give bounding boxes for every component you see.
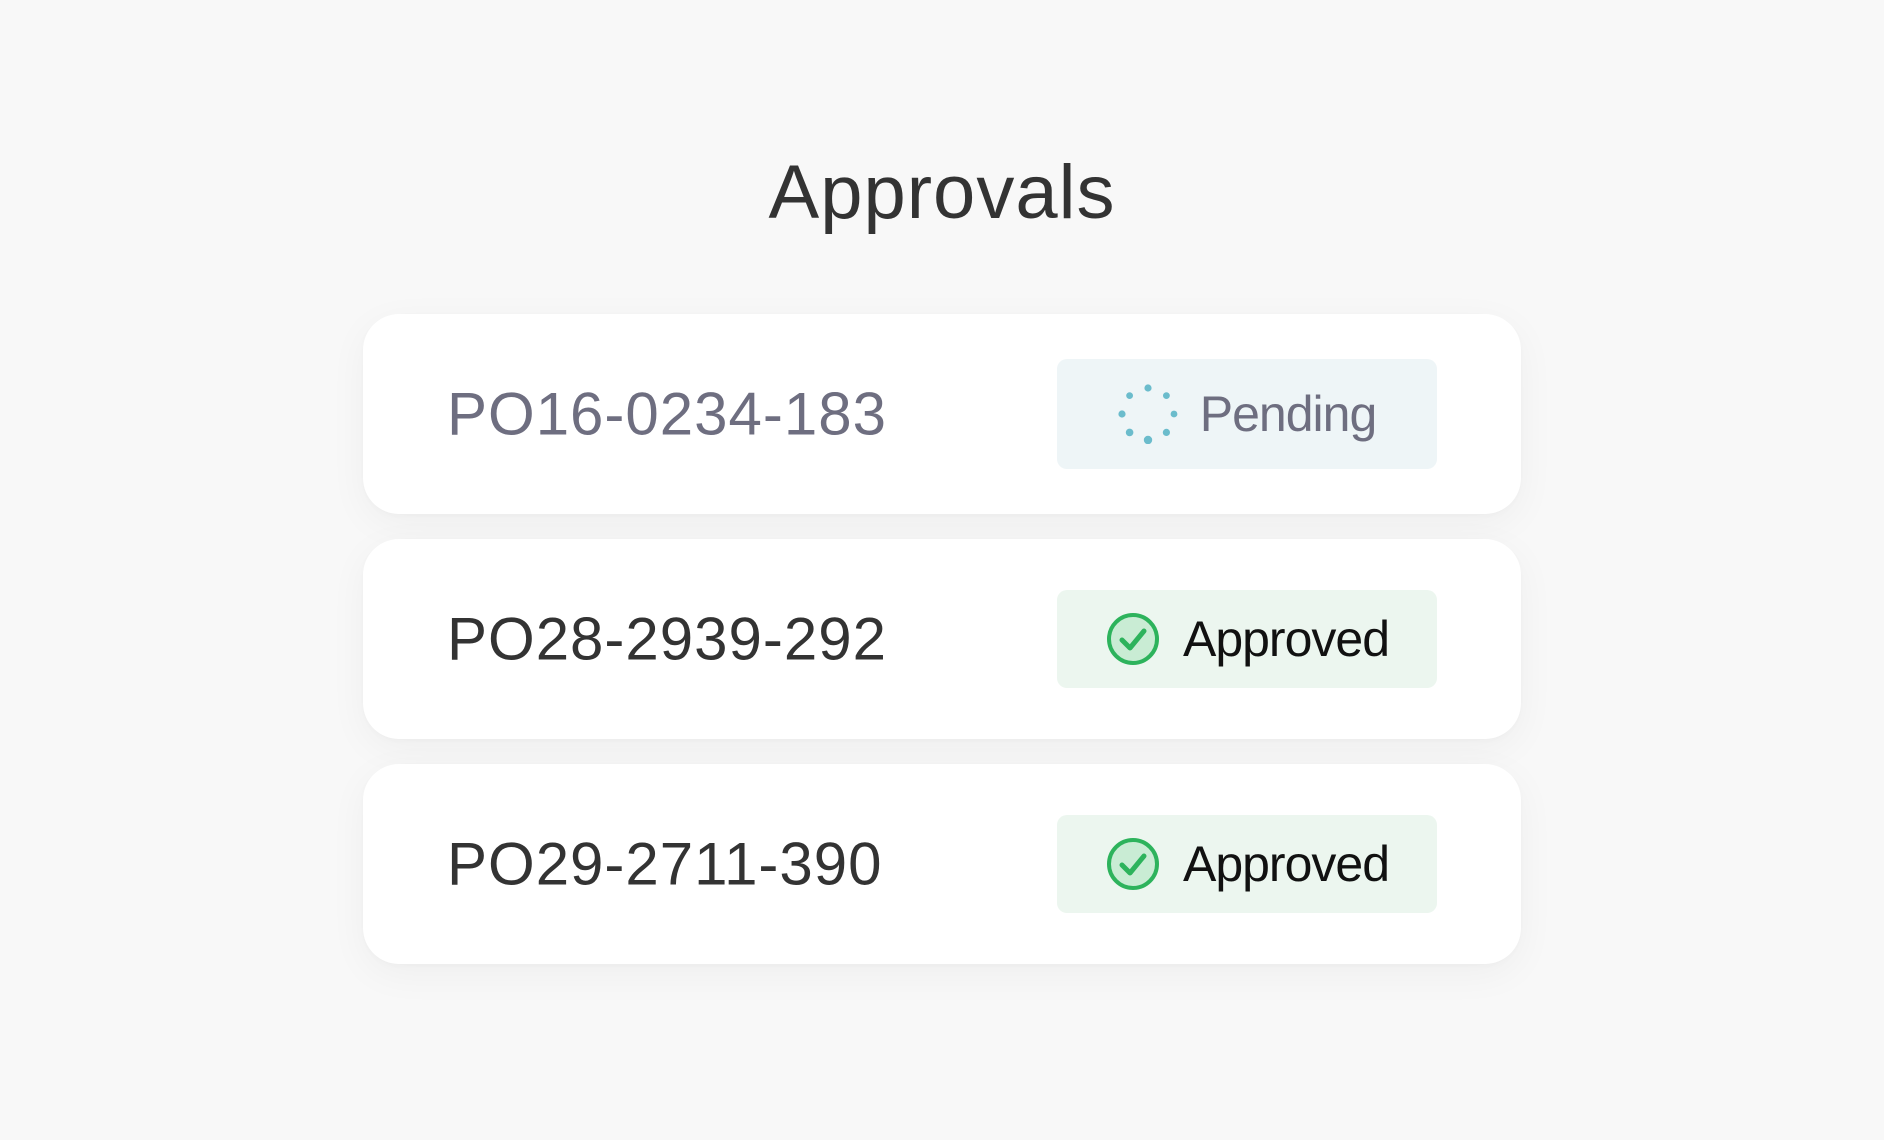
status-label: Approved xyxy=(1182,836,1390,892)
po-number: PO16-0234-183 xyxy=(447,380,887,448)
approval-row[interactable]: PO16-0234-183 Pending xyxy=(363,314,1521,514)
check-circle-icon xyxy=(1105,836,1161,892)
status-label: Pending xyxy=(1199,386,1377,442)
approval-row[interactable]: PO28-2939-292 Approved xyxy=(363,539,1521,739)
po-number: PO29-2711-390 xyxy=(447,830,883,898)
check-circle-icon xyxy=(1105,611,1161,667)
status-label: Approved xyxy=(1182,611,1390,667)
approvals-list: PO16-0234-183 Pending PO28-2939-292 Appr… xyxy=(363,314,1521,989)
status-badge-approved: Approved xyxy=(1057,590,1437,688)
status-badge-pending: Pending xyxy=(1057,359,1437,469)
loading-spinner-icon xyxy=(1118,384,1178,444)
po-number: PO28-2939-292 xyxy=(447,605,887,673)
page-title: Approvals xyxy=(768,150,1116,235)
approval-row[interactable]: PO29-2711-390 Approved xyxy=(363,764,1521,964)
status-badge-approved: Approved xyxy=(1057,815,1437,913)
